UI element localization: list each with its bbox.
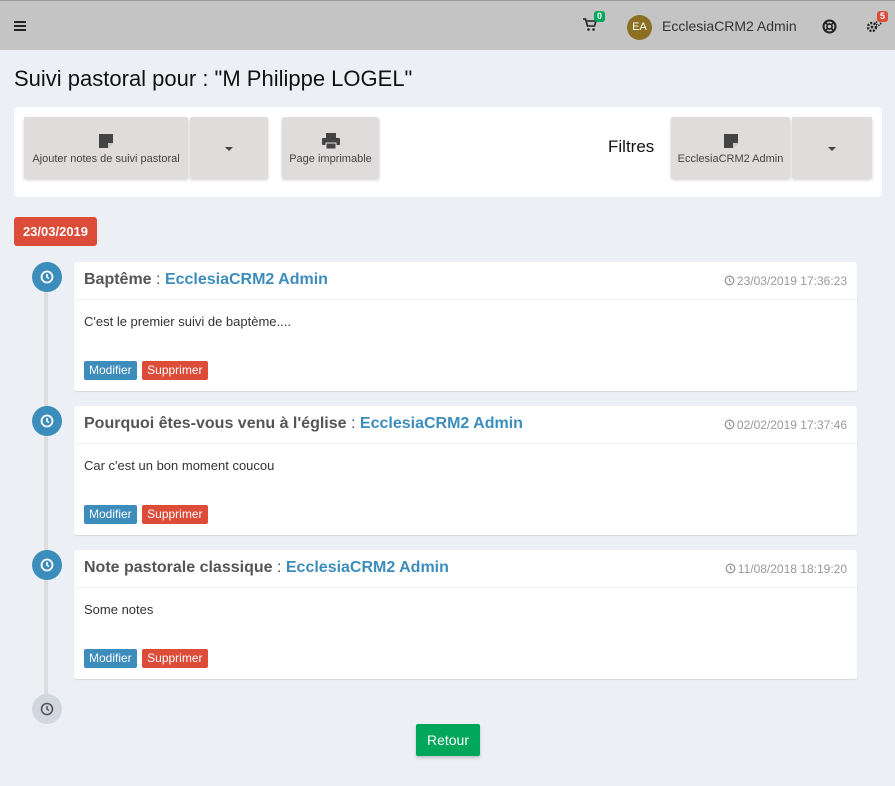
page-title: Suivi pastoral pour : "M Philippe LOGEL": [14, 66, 413, 91]
clock-icon: [32, 550, 62, 580]
timeline-line: [44, 270, 48, 710]
cart-count-badge: 0: [594, 11, 606, 22]
note-timestamp: 23/03/2019 17:36:23: [724, 274, 847, 288]
note-actions: Modifier Supprimer: [84, 505, 209, 524]
separator: :: [156, 271, 161, 288]
note-actions: Modifier Supprimer: [84, 361, 209, 380]
edit-button[interactable]: Modifier: [84, 505, 137, 524]
note-actions: Modifier Supprimer: [84, 649, 209, 668]
add-notes-button[interactable]: Ajouter notes de suivi pastoral: [24, 117, 188, 178]
delete-button[interactable]: Supprimer: [142, 361, 208, 380]
note-type: Baptême: [84, 271, 152, 288]
delete-button[interactable]: Supprimer: [142, 649, 208, 668]
filter-user-label: EcclesiaCRM2 Admin: [677, 153, 784, 165]
note-author-link[interactable]: EcclesiaCRM2 Admin: [286, 559, 449, 576]
clock-small-icon: [724, 419, 735, 430]
note-author-link[interactable]: EcclesiaCRM2 Admin: [360, 415, 523, 432]
note-timestamp-text: 11/08/2018 18:19:20: [737, 562, 847, 576]
printable-page-button[interactable]: Page imprimable: [282, 117, 379, 178]
chevron-down-icon: [828, 147, 836, 151]
filter-user-button[interactable]: EcclesiaCRM2 Admin: [671, 117, 790, 178]
delete-button[interactable]: Supprimer: [142, 505, 208, 524]
add-notes-dropdown-toggle[interactable]: [190, 117, 268, 178]
timeline-item: Baptême : EcclesiaCRM2 Admin 23/03/2019 …: [74, 262, 857, 391]
filter-dropdown-toggle[interactable]: [792, 117, 872, 178]
edit-button[interactable]: Modifier: [84, 649, 137, 668]
clock-icon: [32, 262, 62, 292]
print-label: Page imprimable: [289, 153, 372, 165]
lifebuoy-icon[interactable]: [822, 19, 837, 39]
clock-icon: [32, 406, 62, 436]
back-button[interactable]: Retour: [416, 724, 480, 756]
filters-label: Filtres: [608, 137, 655, 156]
settings-badge: 5: [877, 11, 889, 22]
clock-small-icon: [724, 275, 735, 286]
note-timestamp-text: 23/03/2019 17:36:23: [736, 274, 847, 288]
note-icon: [723, 134, 738, 148]
note-timestamp-text: 02/02/2019 17:37:46: [736, 418, 847, 432]
note-icon: [99, 134, 113, 148]
top-navbar: 0 EA EcclesiaCRM2 Admin 5: [0, 0, 895, 50]
timeline-end-icon: [32, 694, 62, 724]
separator: :: [351, 415, 356, 432]
note-body: Some notes: [84, 602, 154, 617]
gears-icon[interactable]: [866, 19, 882, 39]
edit-button[interactable]: Modifier: [84, 361, 137, 380]
add-notes-label: Ajouter notes de suivi pastoral: [32, 153, 180, 165]
separator: :: [276, 559, 282, 576]
user-name[interactable]: EcclesiaCRM2 Admin: [662, 18, 797, 34]
clock-small-icon: [725, 563, 736, 574]
note-body: C'est le premier suivi de baptème....: [84, 314, 291, 329]
menu-icon[interactable]: [14, 21, 26, 31]
note-type: Note pastorale classique: [84, 559, 273, 576]
note-timestamp: 11/08/2018 18:19:20: [725, 562, 847, 576]
note-timestamp: 02/02/2019 17:37:46: [724, 418, 847, 432]
action-bar: Ajouter notes de suivi pastoral Page imp…: [14, 107, 882, 197]
chevron-down-icon: [225, 147, 233, 151]
avatar[interactable]: EA: [627, 15, 652, 40]
timeline-date-label: 23/03/2019: [14, 217, 97, 246]
note-author-link[interactable]: EcclesiaCRM2 Admin: [165, 271, 328, 288]
note-type: Pourquoi êtes-vous venu à l'église: [84, 415, 347, 432]
note-body: Car c'est un bon moment coucou: [84, 458, 275, 473]
print-icon: [321, 133, 340, 149]
timeline-item: Pourquoi êtes-vous venu à l'église : Ecc…: [74, 406, 857, 535]
timeline-item: Note pastorale classique : EcclesiaCRM2 …: [74, 550, 857, 679]
